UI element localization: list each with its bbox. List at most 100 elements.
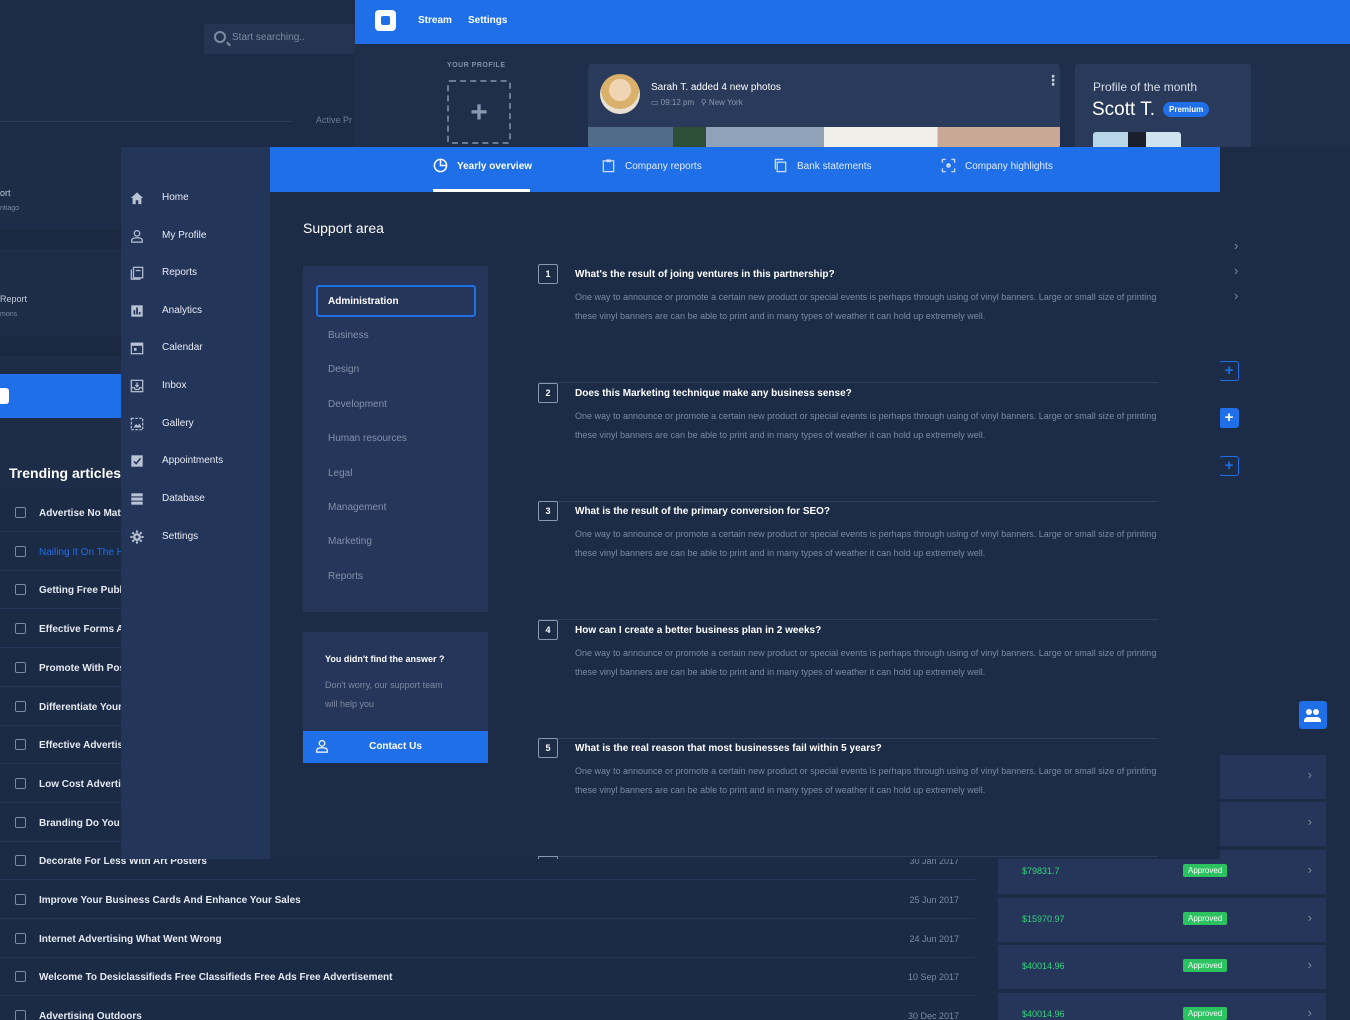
article-title[interactable]: Advertising Outdoors [39,1011,142,1020]
help-title: You didn't find the answer ? [325,654,445,664]
sidebar-item-analytics[interactable]: Analytics [121,292,270,330]
faq-item[interactable]: 4 How can I create a better business plan… [538,619,1158,739]
category-business[interactable]: Business [328,330,369,341]
chevron-right-icon: › [1307,767,1312,782]
row-checkbox[interactable] [15,584,26,596]
article-title[interactable]: Nailing It On The H [39,547,124,558]
app-logo[interactable] [375,10,396,31]
gallery-icon [130,417,144,431]
active-projects-label: Active Pr [316,115,353,125]
sidebar-item-my-profile[interactable]: My Profile [121,217,270,255]
article-title[interactable]: Differentiate Your [39,702,122,713]
category-administration[interactable]: Administration [316,285,476,317]
faq-question[interactable]: How can I create a better business plan … [575,625,821,636]
article-title[interactable]: Internet Advertising What Went Wrong [39,934,222,945]
category-reports[interactable]: Reports [328,571,363,582]
table-row[interactable]: Welcome To Desiclassifieds Free Classifi… [0,958,975,997]
faq-question[interactable]: What is the result of the primary conver… [575,506,830,517]
table-row[interactable]: Improve Your Business Cards And Enhance … [0,881,975,919]
faq-question[interactable]: What's the result of joing ventures in t… [575,269,835,280]
faq-number: 4 [538,619,558,640]
sidebar-item-label: Analytics [162,305,203,316]
row-checkbox[interactable] [15,739,26,751]
payment-row[interactable]: $40014.96 Approved › [998,992,1326,1020]
more-options-icon[interactable]: ⋮ [1046,72,1060,89]
article-title[interactable]: Advertise No Matt [39,508,124,519]
sidebar-item-settings[interactable]: Settings [121,518,270,556]
article-title[interactable]: Improve Your Business Cards And Enhance … [39,895,301,906]
faq-item[interactable]: 5 What is the real reason that most busin… [538,738,1158,857]
faq-question[interactable]: Does this Marketing technique make any b… [575,388,852,399]
table-row[interactable]: Advertising Outdoors 30 Dec 2017 [0,997,975,1020]
post-author[interactable]: Sarah T. [651,82,688,93]
row-checkbox[interactable] [15,816,26,828]
sidebar-item-gallery[interactable]: Gallery [121,405,270,443]
row-checkbox[interactable] [15,1010,26,1020]
article-title[interactable]: Welcome To Desiclassifieds Free Classifi… [39,972,392,983]
contact-us-button[interactable]: Contact Us [303,731,488,763]
faq-number: 2 [538,382,558,403]
nav-settings[interactable]: Settings [468,15,507,26]
add-button[interactable]: + [1219,361,1239,381]
status-badge: Approved [1183,1006,1228,1020]
row-checkbox[interactable] [15,623,26,635]
category-marketing[interactable]: Marketing [328,536,372,547]
chevron-right-icon[interactable]: › [1234,263,1238,278]
category-development[interactable]: Development [328,399,387,410]
row-checkbox[interactable] [15,855,26,867]
row-checkbox[interactable] [15,971,26,983]
category-design[interactable]: Design [328,364,359,375]
list-item-subtitle: mons [0,311,18,318]
article-title[interactable]: Getting Free Publi [39,585,125,596]
faq-number: 3 [538,501,558,521]
row-checkbox[interactable] [15,700,26,712]
chevron-right-icon: › [1307,909,1312,925]
add-button[interactable]: + [1219,456,1239,476]
search-placeholder: Start searching.. [232,32,305,43]
article-title[interactable]: Branding Do You K [39,818,130,829]
payment-amount: $15970.97 [1022,913,1065,924]
divider [0,121,292,122]
category-human-resources[interactable]: Human resources [328,433,407,444]
add-button[interactable]: + [1219,408,1239,428]
row-checkbox[interactable] [15,932,26,944]
category-management[interactable]: Management [328,502,386,513]
faq-item[interactable]: 2 Does this Marketing technique make any … [538,382,1158,502]
your-profile-label: YOUR PROFILE [447,62,506,69]
category-legal[interactable]: Legal [328,468,352,479]
table-row[interactable]: Internet Advertising What Went Wrong 24 J… [0,920,975,958]
article-title[interactable]: Promote With Pos [39,663,125,674]
faq-item[interactable]: 1 What's the result of joing ventures in … [538,264,1158,383]
row-checkbox[interactable] [15,661,26,673]
database-icon [130,492,144,506]
article-title[interactable]: Effective Forms Ad [39,624,130,635]
sidebar-item-home[interactable]: Home [121,179,270,217]
sidebar-item-reports[interactable]: Reports [121,254,270,292]
search-icon [214,31,226,43]
article-title[interactable]: Low Cost Advertisi [39,779,129,790]
row-checkbox[interactable] [15,777,26,789]
faq-question[interactable]: What is the real reason that most busine… [575,743,882,754]
payment-row[interactable]: $40014.96 Approved › [998,945,1326,989]
faq-item[interactable]: 3 What is the result of the primary conve… [538,501,1158,620]
search-box[interactable]: Start searching.. [204,24,355,54]
post-photos[interactable] [588,127,1060,148]
status-badge: Approved [1183,911,1228,925]
add-profile-photo-button[interactable]: + [447,80,511,144]
row-checkbox[interactable] [15,894,26,905]
chevron-right-icon[interactable]: › [1234,238,1238,253]
payment-row[interactable]: $15970.97 Approved › [998,897,1326,942]
sidebar-item-inbox[interactable]: Inbox [121,367,270,405]
row-checkbox[interactable] [15,507,26,518]
article-title[interactable]: Effective Advertisi [39,740,126,751]
users-icon[interactable] [1299,701,1327,729]
chevron-right-icon[interactable]: › [1234,288,1238,303]
sidebar-item-database[interactable]: Database [121,480,270,518]
article-date: 10 Sep 2017 [907,972,959,983]
profile-of-month-card: Profile of the month Scott T. Premium [1075,64,1251,148]
sidebar-item-appointments[interactable]: Appointments [121,442,270,480]
list-item-title: Report [0,294,28,304]
row-checkbox[interactable] [15,545,26,557]
sidebar-item-calendar[interactable]: Calendar [121,329,270,367]
nav-stream[interactable]: Stream [418,15,452,26]
